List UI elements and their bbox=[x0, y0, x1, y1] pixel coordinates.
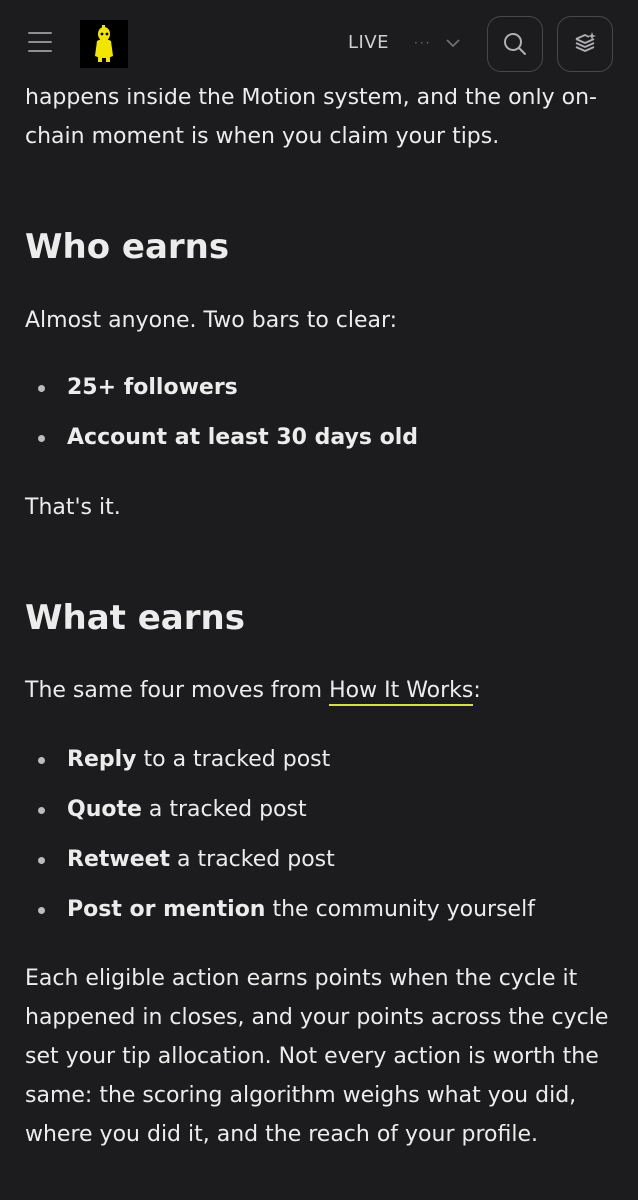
actions-list: Reply to a tracked post Quote a tracked … bbox=[25, 740, 615, 940]
search-button[interactable] bbox=[487, 16, 543, 72]
list-item: Retweet a tracked post bbox=[25, 840, 615, 890]
menu-icon[interactable] bbox=[28, 32, 52, 54]
who-earns-heading: Who earns bbox=[25, 227, 230, 267]
who-earns-lead: Almost anyone. Two bars to clear: bbox=[25, 308, 398, 333]
list-item: Quote a tracked post bbox=[25, 790, 615, 840]
who-earns-outro: That's it. bbox=[25, 495, 121, 520]
intro-paragraph: happens inside the Motion system, and th… bbox=[25, 85, 597, 149]
list-item: Reply to a tracked post bbox=[25, 740, 615, 790]
how-it-works-link[interactable]: How It Works bbox=[329, 678, 474, 706]
layers-sparkle-button[interactable] bbox=[557, 16, 613, 72]
what-earns-lead: The same four moves from How It Works: bbox=[25, 671, 615, 710]
live-label[interactable]: LIVE bbox=[348, 32, 389, 53]
list-item: Post or mention the community yourself bbox=[25, 890, 615, 940]
list-item: Account at least 30 days old bbox=[25, 418, 615, 468]
more-dots-icon[interactable]: ··· bbox=[414, 36, 431, 50]
logo[interactable] bbox=[80, 20, 128, 68]
list-item: 25+ followers bbox=[25, 368, 615, 418]
chevron-down-icon[interactable] bbox=[444, 36, 462, 50]
layers-sparkle-icon bbox=[575, 32, 596, 52]
search-icon bbox=[504, 33, 526, 55]
top-nav: LIVE ··· bbox=[0, 0, 638, 88]
logo-figure-icon bbox=[95, 25, 113, 62]
scoring-paragraph: Each eligible action earns points when t… bbox=[25, 966, 609, 1147]
eligibility-list: 25+ followers Account at least 30 days o… bbox=[25, 368, 615, 468]
what-earns-heading: What earns bbox=[25, 598, 245, 638]
